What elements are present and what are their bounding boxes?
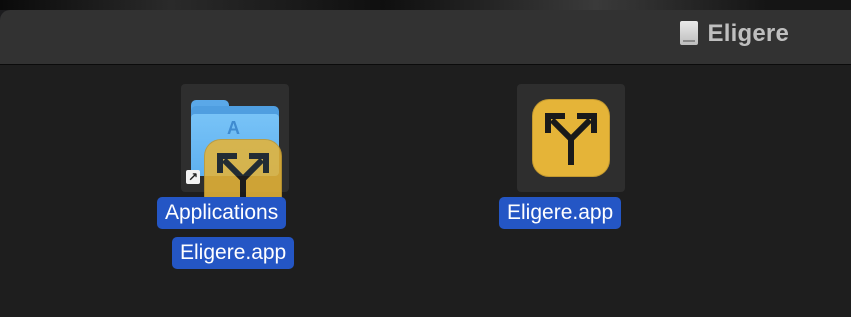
- eligere-app-label[interactable]: Eligere.app: [499, 197, 622, 229]
- fork-arrows-glyph: [545, 113, 597, 165]
- eligere-app-item[interactable]: [517, 84, 625, 192]
- external-disk-icon: [677, 21, 699, 47]
- window-title: Eligere: [707, 20, 789, 47]
- desktop-background-strip: [0, 0, 851, 10]
- title-group: Eligere: [677, 20, 789, 48]
- finder-icon-view[interactable]: A ↗ Applications Eligere.app Eligere.app: [0, 65, 851, 317]
- eligere-app-icon[interactable]: [532, 99, 610, 177]
- applications-label[interactable]: Applications: [157, 197, 287, 229]
- alias-arrow-icon: ↗: [186, 170, 200, 184]
- dragged-app-label[interactable]: Eligere.app: [172, 237, 295, 269]
- finder-titlebar[interactable]: Eligere: [0, 10, 851, 65]
